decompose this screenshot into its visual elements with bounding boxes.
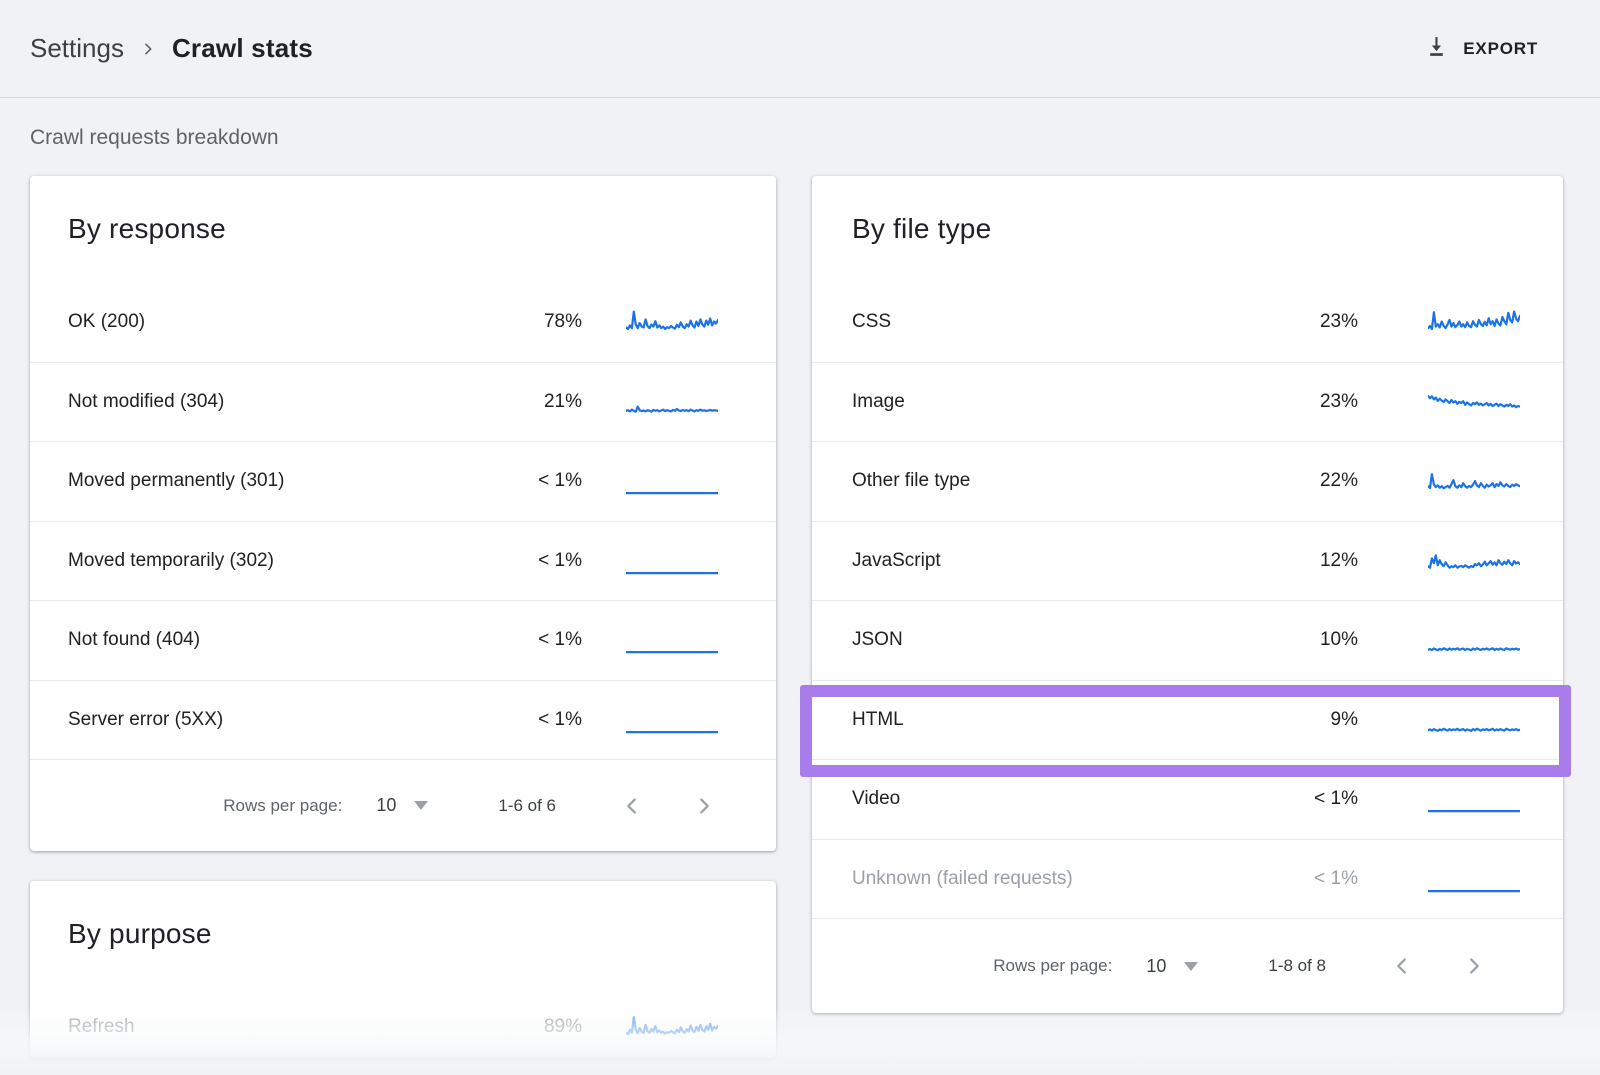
breadcrumb-settings-link[interactable]: Settings: [30, 33, 124, 64]
crawl-stats-page: Settings Crawl stats EXPORT Crawl reques…: [0, 0, 1600, 1075]
by-response-title: By response: [30, 176, 776, 282]
table-row[interactable]: Other file type 22%: [812, 441, 1563, 521]
row-value: 89%: [544, 1016, 582, 1038]
row-label: Not modified (304): [68, 391, 224, 413]
row-label: OK (200): [68, 311, 145, 333]
sparkline-chart: [1428, 544, 1520, 578]
row-value: 22%: [1320, 470, 1358, 492]
sparkline-chart: [1428, 385, 1520, 419]
sparkline-chart: [626, 703, 718, 737]
sparkline-chart: [1428, 623, 1520, 657]
by-response-card: By response OK (200) 78% Not modified (3…: [30, 176, 776, 851]
by-response-rows: OK (200) 78% Not modified (304) 21% Move…: [30, 282, 776, 759]
row-label: Video: [852, 788, 900, 810]
row-label: Image: [852, 391, 905, 413]
row-label: CSS: [852, 311, 891, 333]
rows-per-page-label: Rows per page:: [993, 956, 1112, 976]
table-row[interactable]: JSON 10%: [812, 600, 1563, 680]
table-row[interactable]: Refresh 89%: [30, 987, 776, 1058]
sparkline-chart: [1428, 464, 1520, 498]
table-row[interactable]: CSS 23%: [812, 282, 1563, 362]
row-label: JavaScript: [852, 550, 941, 572]
table-row[interactable]: Moved permanently (301) < 1%: [30, 441, 776, 521]
sparkline-chart: [1428, 782, 1520, 816]
by-purpose-title: By purpose: [30, 881, 776, 987]
pagination-range: 1-8 of 8: [1268, 956, 1326, 976]
row-value: 23%: [1320, 311, 1358, 333]
table-row[interactable]: Unknown (failed requests) < 1%: [812, 839, 1563, 919]
rows-per-page-label: Rows per page:: [223, 796, 342, 816]
next-page-button[interactable]: [1460, 952, 1488, 980]
dropdown-arrow-icon: [1184, 962, 1198, 971]
sparkline-chart: [1428, 862, 1520, 896]
row-label: Server error (5XX): [68, 709, 223, 731]
row-value: 23%: [1320, 391, 1358, 413]
rows-per-page-select[interactable]: 10: [1146, 956, 1198, 977]
export-label: EXPORT: [1463, 39, 1538, 59]
chevron-right-icon: [140, 41, 156, 57]
by-file-type-card: By file type CSS 23% Image 23% Other fil…: [812, 176, 1563, 1013]
table-row[interactable]: Not found (404) < 1%: [30, 600, 776, 680]
next-page-button[interactable]: [690, 792, 718, 820]
row-label: JSON: [852, 629, 903, 651]
sparkline-chart: [626, 464, 718, 498]
by-response-pagination: Rows per page: 10 1-6 of 6: [30, 759, 776, 851]
sparkline-chart: [1428, 703, 1520, 737]
row-value: 78%: [544, 311, 582, 333]
sparkline-chart: [1428, 305, 1520, 339]
row-value: < 1%: [538, 470, 582, 492]
row-value: 12%: [1320, 550, 1358, 572]
table-row[interactable]: Not modified (304) 21%: [30, 362, 776, 442]
row-value: < 1%: [1314, 868, 1358, 890]
row-value: 10%: [1320, 629, 1358, 651]
row-label: Refresh: [68, 1016, 135, 1038]
table-row[interactable]: Video < 1%: [812, 759, 1563, 839]
table-row[interactable]: Moved temporarily (302) < 1%: [30, 521, 776, 601]
row-value: 21%: [544, 391, 582, 413]
export-button[interactable]: EXPORT: [1424, 0, 1538, 98]
row-value: < 1%: [538, 709, 582, 731]
sparkline-chart: [626, 623, 718, 657]
table-row[interactable]: OK (200) 78%: [30, 282, 776, 362]
rows-per-page-select[interactable]: 10: [376, 795, 428, 816]
breadcrumb: Settings Crawl stats: [30, 33, 313, 64]
table-row[interactable]: Image 23%: [812, 362, 1563, 442]
by-file-type-title: By file type: [812, 176, 1563, 282]
sparkline-chart: [626, 385, 718, 419]
row-value: < 1%: [538, 629, 582, 651]
row-label: Moved permanently (301): [68, 470, 285, 492]
by-purpose-card: By purpose Refresh 89%: [30, 881, 776, 1058]
row-label: Other file type: [852, 470, 970, 492]
page-title: Crawl stats: [172, 33, 313, 64]
previous-page-button[interactable]: [618, 792, 646, 820]
table-row[interactable]: Server error (5XX) < 1%: [30, 680, 776, 760]
row-value: < 1%: [538, 550, 582, 572]
row-value: 9%: [1331, 709, 1358, 731]
table-row-html-highlighted[interactable]: HTML 9%: [812, 680, 1563, 760]
by-file-type-rows: CSS 23% Image 23% Other file type 22% Ja…: [812, 282, 1563, 918]
row-label: Moved temporarily (302): [68, 550, 274, 572]
previous-page-button[interactable]: [1388, 952, 1416, 980]
sparkline-chart: [626, 1010, 718, 1044]
sparkline-chart: [626, 305, 718, 339]
by-file-type-pagination: Rows per page: 10 1-8 of 8: [812, 918, 1563, 1013]
sparkline-chart: [626, 544, 718, 578]
download-icon: [1424, 34, 1449, 64]
page-header: Settings Crawl stats EXPORT: [0, 0, 1600, 98]
table-row[interactable]: JavaScript 12%: [812, 521, 1563, 601]
row-value: < 1%: [1314, 788, 1358, 810]
row-label: Not found (404): [68, 629, 200, 651]
row-label: HTML: [852, 709, 904, 731]
section-title: Crawl requests breakdown: [30, 126, 279, 150]
by-purpose-rows: Refresh 89%: [30, 987, 776, 1058]
dropdown-arrow-icon: [414, 801, 428, 810]
row-label: Unknown (failed requests): [852, 868, 1073, 890]
pagination-range: 1-6 of 6: [498, 796, 556, 816]
